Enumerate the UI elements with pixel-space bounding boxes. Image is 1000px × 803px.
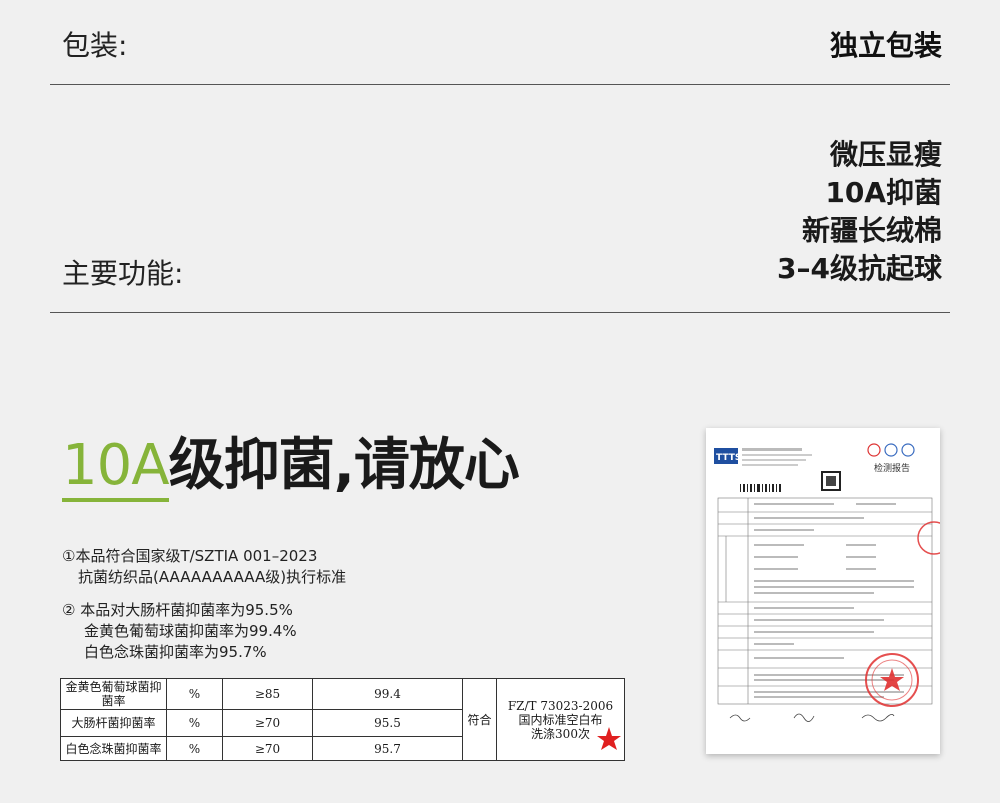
table-row: 金黄色葡萄球菌抑菌率 % ≥85 99.4 符合 FZ/T 73023-2006…: [60, 678, 625, 761]
heading-rest: 级抑菌,请放心: [168, 433, 520, 498]
verdict-cell: 符合: [462, 678, 497, 761]
table-cell: 99.4: [312, 678, 463, 710]
table-cell: ≥85: [222, 678, 313, 710]
note-line: 抗菌纺织品(AAAAAAAAAA级)执行标准: [78, 568, 347, 586]
note-rates: ② 本品对大肠杆菌抑菌率为95.5% 金黄色葡萄球菌抑菌率为99.4% 白色念珠…: [62, 600, 297, 663]
divider: [50, 84, 950, 85]
standard-cell: FZ/T 73023-2006 国内标准空白布 洗涤300次: [496, 678, 625, 761]
table-cell: 白色念珠菌抑菌率: [60, 736, 167, 761]
function-list: 微压显瘦 10A抑菌 新疆长绒棉 3–4级抗起球: [777, 136, 942, 288]
table-cell: %: [166, 678, 223, 710]
heading-accent: 10A: [62, 433, 170, 502]
divider: [50, 312, 950, 313]
function-item: 10A抑菌: [825, 176, 942, 209]
table-cell: 95.5: [312, 709, 463, 737]
note-line: ② 本品对大肠杆菌抑菌率为95.5%: [62, 601, 293, 619]
packaging-label: 包装:: [62, 29, 128, 62]
test-report-image: TTTS 检测报告: [706, 428, 951, 754]
table-cell: %: [166, 736, 223, 761]
table-cell: %: [166, 709, 223, 737]
function-item: 新疆长绒棉: [801, 214, 942, 247]
table-cell: ≥70: [222, 709, 313, 737]
packaging-value: 独立包装: [829, 29, 942, 62]
report-title: 检测报告: [874, 462, 910, 474]
function-item: 微压显瘦: [829, 138, 942, 171]
table-cell: ≥70: [222, 736, 313, 761]
note-line: ①本品符合国家级T/SZTIA 001–2023: [62, 547, 318, 565]
table-cell: 大肠杆菌抑菌率: [60, 709, 167, 737]
report-logo: TTTS: [716, 453, 741, 463]
standard-line: FZ/T 73023-2006: [507, 698, 614, 713]
functions-label: 主要功能:: [62, 257, 184, 290]
test-report-drawing: TTTS 检测报告: [714, 443, 951, 722]
test-result-table: 金黄色葡萄球菌抑菌率 % ≥85 99.4 符合 FZ/T 73023-2006…: [60, 678, 625, 761]
note-standard: ①本品符合国家级T/SZTIA 001–2023 抗菌纺织品(AAAAAAAAA…: [62, 546, 346, 588]
standard-line: 国内标准空白布: [518, 712, 603, 727]
table-cell: 95.7: [312, 736, 463, 761]
note-line: 金黄色葡萄球菌抑菌率为99.4%: [84, 622, 297, 640]
section-heading: 10A级抑菌,请放心: [62, 420, 520, 502]
table-cell: 金黄色葡萄球菌抑菌率: [60, 678, 167, 710]
function-item: 3–4级抗起球: [777, 252, 942, 285]
note-line: 白色念珠菌抑菌率为95.7%: [84, 643, 267, 661]
red-star-icon: [597, 727, 621, 750]
